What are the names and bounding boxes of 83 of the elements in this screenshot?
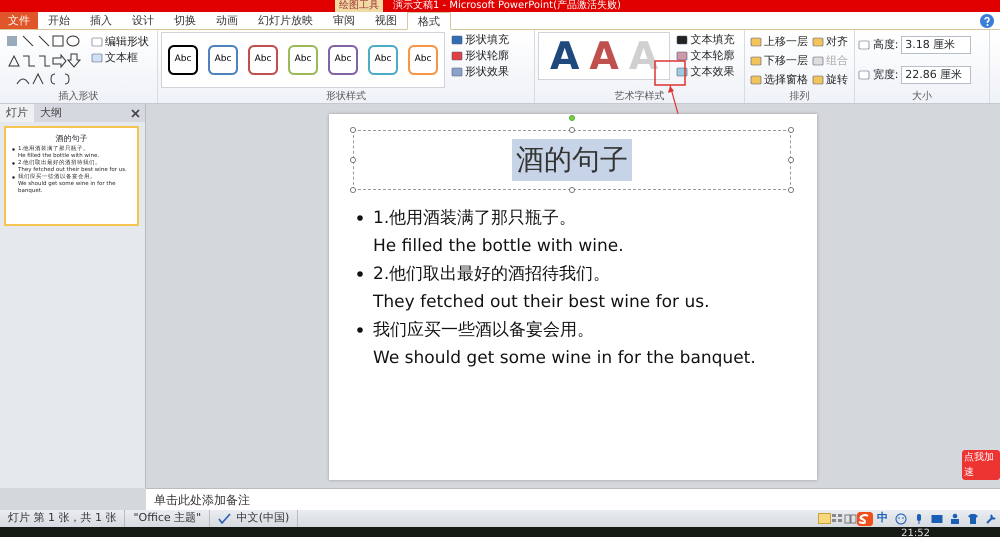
resize-handle[interactable]	[350, 157, 356, 163]
group-label: 艺术字样式	[614, 90, 666, 103]
pane-tab[interactable]: 灯片	[0, 104, 34, 122]
bullet-icon	[12, 160, 15, 167]
size-field[interactable]: 3.18 厘米	[901, 36, 972, 54]
shape-style-swatch[interactable]: Abc	[288, 45, 318, 75]
arrange-button[interactable]: 对齐	[810, 32, 850, 52]
ribbon-tab[interactable]: 幻灯片放映	[248, 12, 323, 29]
ribbon-tab[interactable]: 设计	[122, 12, 164, 29]
shape-style-swatch[interactable]: Abc	[408, 45, 438, 75]
field-label: 宽度:	[872, 66, 898, 83]
status-text: 中文(中国)	[236, 510, 290, 526]
notes-field[interactable]: 单击此处添加备注	[146, 488, 1000, 510]
slide-sorter-icon[interactable]	[831, 513, 844, 524]
title-placeholder[interactable]: 酒的句子	[353, 130, 791, 190]
arrange-button[interactable]: 上移一层	[748, 32, 810, 52]
wordart-style[interactable]: A	[584, 37, 624, 75]
wordart-style[interactable]: A	[545, 37, 584, 75]
spellcheck-icon	[218, 513, 232, 524]
thumbnail-title: 酒的句子	[54, 133, 88, 145]
shape-effects-button[interactable]: 形状效果	[449, 64, 511, 80]
person-icon[interactable]	[949, 512, 961, 524]
clock-text: 21:52	[901, 527, 930, 537]
file-tab[interactable]: 文件	[0, 12, 38, 29]
bullet-icon	[12, 146, 15, 153]
rotate-handle[interactable]	[569, 115, 575, 121]
reading-view-icon[interactable]	[844, 513, 857, 524]
slide-text: 2.他们取出最好的酒招待我们。	[373, 263, 612, 286]
context-tab-label: 绘图工具	[335, 0, 383, 12]
group-label: 插入形状	[58, 90, 100, 103]
promo-sticker[interactable]: 点我加速	[962, 450, 1000, 480]
pane-tab[interactable]: 大纲	[34, 104, 68, 122]
resize-handle[interactable]	[350, 187, 356, 193]
shirt-icon[interactable]	[967, 512, 979, 524]
resize-handle[interactable]	[788, 157, 794, 163]
text-box-button[interactable]: 文本框	[89, 50, 140, 66]
arrange-button[interactable]: 下移一层	[748, 51, 810, 71]
help-icon[interactable]	[980, 14, 994, 28]
bullet-icon	[357, 271, 363, 277]
slide-text: They fetched out their best wine for us.	[373, 291, 710, 314]
ime-mode-text[interactable]: 中	[877, 510, 888, 527]
shape-style-swatch[interactable]: Abc	[248, 45, 278, 75]
shape-fill-button[interactable]: 形状填充	[449, 32, 511, 48]
text-outline-button[interactable]: 文本轮廓	[674, 48, 736, 64]
slide-text: We should get some wine in for the banquet.	[373, 347, 756, 370]
arrange-button[interactable]: 选择窗格	[748, 70, 810, 90]
bullet-icon	[12, 174, 15, 181]
slide-text: He filled the bottle with wine.	[373, 235, 624, 258]
group-label: 形状样式	[325, 90, 367, 103]
resize-handle[interactable]	[788, 127, 794, 133]
edit-shape-button[interactable]: 编辑形状	[89, 34, 151, 50]
wrench-icon[interactable]	[985, 512, 997, 524]
shape-style-swatch[interactable]: Abc	[368, 45, 398, 75]
resize-handle[interactable]	[569, 127, 575, 133]
field-label: 高度:	[872, 36, 898, 53]
ribbon-tab[interactable]: 审阅	[323, 12, 365, 29]
bullet-icon	[357, 327, 363, 333]
group-label: 排列	[788, 90, 810, 103]
ribbon-tab[interactable]: 视图	[365, 12, 407, 29]
sogou-logo-icon	[857, 512, 873, 526]
shape-outline-button[interactable]: 形状轮廓	[449, 48, 511, 64]
resize-handle[interactable]	[788, 187, 794, 193]
ribbon-tab[interactable]: 插入	[80, 12, 122, 29]
ribbon-tab[interactable]: 切换	[164, 12, 206, 29]
smiley-icon[interactable]	[895, 512, 907, 524]
ribbon-tab[interactable]: 动画	[206, 12, 248, 29]
shape-style-swatch[interactable]: Abc	[328, 45, 358, 75]
shape-style-swatch[interactable]: Abc	[168, 45, 198, 75]
resize-handle[interactable]	[569, 187, 575, 193]
slide-text: 我们应买一些酒以备宴会用。	[373, 319, 595, 342]
shape-style-swatch[interactable]: Abc	[208, 45, 238, 75]
text-fill-button[interactable]: 文本填充	[674, 32, 736, 48]
resize-handle[interactable]	[350, 127, 356, 133]
bullet-icon	[357, 215, 363, 221]
size-field[interactable]: 22.86 厘米	[901, 66, 972, 84]
ribbon-tab[interactable]: 开始	[38, 12, 80, 29]
close-icon[interactable]	[131, 108, 140, 118]
slide-text: 1.他用酒装满了那只瓶子。	[373, 207, 578, 230]
group-label: 大小	[911, 90, 933, 103]
arrange-button[interactable]: 旋转	[810, 70, 850, 90]
slide-title: 酒的句子	[512, 139, 632, 181]
text-effects-button[interactable]: 文本效果	[674, 64, 736, 80]
ribbon-tab[interactable]: 格式	[407, 12, 451, 30]
